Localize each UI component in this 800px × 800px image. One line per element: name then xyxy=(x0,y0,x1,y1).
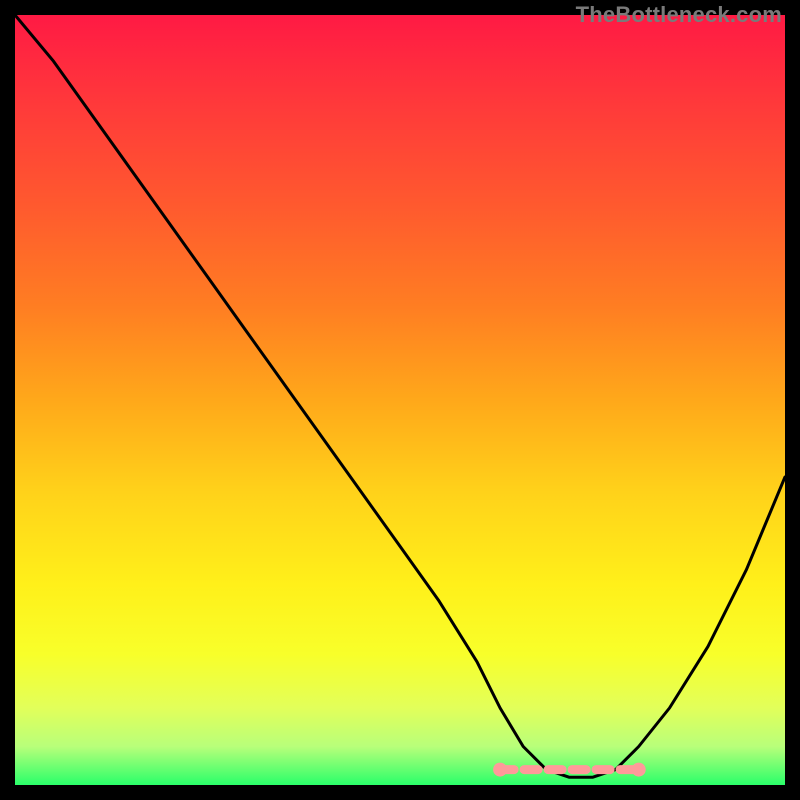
gradient-background xyxy=(15,15,785,785)
basin-marker xyxy=(632,763,646,777)
chart-frame xyxy=(15,15,785,785)
bottleneck-chart xyxy=(15,15,785,785)
basin-marker xyxy=(493,763,507,777)
attribution-label: TheBottleneck.com xyxy=(576,2,782,28)
